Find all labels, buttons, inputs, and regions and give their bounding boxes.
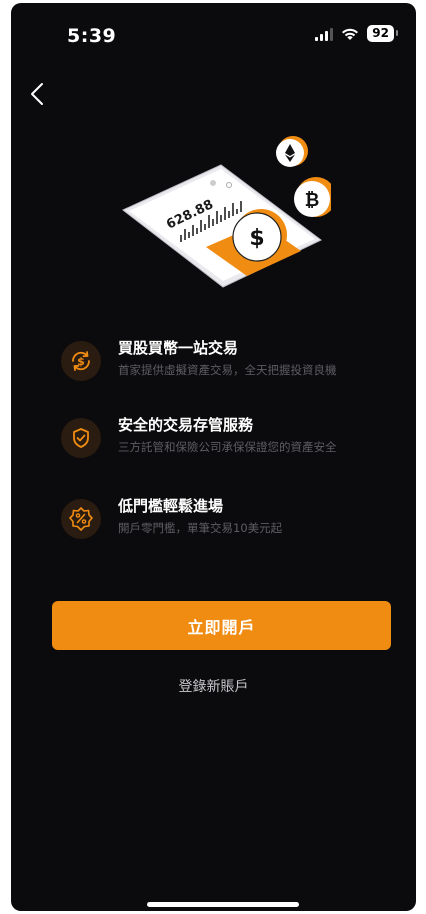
app-screen: 5:39 92 628.88 $ ₿ $ 買股買幣一站交易 首家提供虛擬資產交易… (11, 3, 416, 911)
battery-icon: 92 (367, 25, 398, 42)
svg-text:$: $ (77, 355, 85, 368)
coin-exchange-icon: $ (61, 341, 101, 381)
feature-item-low-threshold: 低門檻輕鬆進場 開戶零門檻，單筆交易10美元起 (61, 495, 401, 545)
svg-text:₿: ₿ (305, 190, 320, 211)
feature-description: 開戶零門檻，單筆交易10美元起 (118, 521, 283, 535)
wifi-icon (342, 28, 359, 40)
feature-title: 低門檻輕鬆進場 (118, 497, 224, 515)
cellular-signal-icon (315, 27, 334, 41)
feature-item-security: 安全的交易存管服務 三方託管和保險公司承保保證您的資產安全 (61, 414, 401, 464)
feature-title: 安全的交易存管服務 (118, 416, 254, 434)
status-bar: 5:39 92 (11, 3, 416, 63)
login-new-account-link[interactable]: 登錄新賬戶 (11, 676, 416, 696)
feature-item-trading: $ 買股買幣一站交易 首家提供虛擬資產交易，全天把握投資良機 (61, 337, 401, 387)
feature-description: 首家提供虛擬資產交易，全天把握投資良機 (118, 363, 337, 377)
back-chevron-icon[interactable] (27, 81, 49, 107)
shield-check-icon (61, 418, 101, 458)
status-time: 5:39 (67, 25, 117, 47)
bitcoin-coin-icon: ₿ (294, 177, 331, 217)
status-indicators: 92 (315, 25, 398, 42)
percent-badge-icon (61, 499, 101, 539)
trading-illustration: 628.88 $ ₿ (122, 136, 331, 288)
home-indicator[interactable] (147, 902, 299, 907)
ethereum-coin-icon (276, 136, 308, 167)
svg-text:$: $ (249, 226, 264, 251)
feature-title: 買股買幣一站交易 (118, 339, 239, 357)
open-account-button[interactable]: 立即開戶 (52, 601, 391, 650)
feature-description: 三方託管和保險公司承保保證您的資產安全 (118, 440, 337, 454)
phone-illustration: 628.88 (122, 164, 322, 288)
